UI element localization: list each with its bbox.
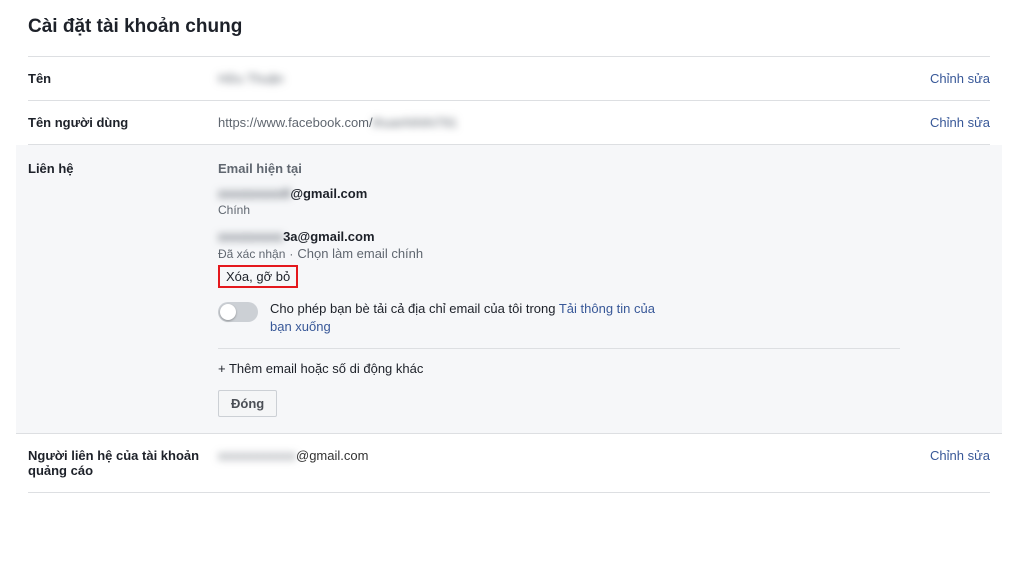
label-ad-contact: Người liên hệ của tài khoản quảng cáo (28, 448, 218, 478)
row-ad-contact: Người liên hệ của tài khoản quảng cáo xx… (28, 434, 990, 493)
row-username: Tên người dùng https://www.facebook.com/… (28, 101, 990, 145)
page-title: Cài đặt tài khoản chung (28, 16, 990, 56)
email-secondary: xxxxxxxxx3a@gmail.com Đã xác nhận·Chọn l… (218, 229, 900, 288)
edit-ad-contact-link[interactable]: Chỉnh sửa (930, 448, 990, 463)
label-name: Tên (28, 71, 218, 86)
make-primary-link[interactable]: Chọn làm email chính (297, 246, 423, 261)
value-ad-contact: xxxxxxxxxxxx@gmail.com (218, 448, 900, 463)
allow-download-toggle[interactable] (218, 302, 258, 322)
close-button[interactable]: Đóng (218, 390, 277, 417)
email-primary-sub: Chính (218, 203, 900, 217)
contact-heading: Email hiện tại (218, 161, 900, 176)
value-username: https://www.facebook.com/thuanhihihi791 (218, 115, 900, 130)
email-status: Đã xác nhận (218, 247, 285, 261)
label-username: Tên người dùng (28, 115, 218, 130)
toggle-text: Cho phép bạn bè tải cả địa chỉ email của… (270, 300, 670, 336)
edit-username-link[interactable]: Chỉnh sửa (930, 115, 990, 130)
row-contact: Liên hệ Email hiện tại xxxxxxxxx9@gmail.… (16, 145, 1002, 434)
remove-email-link[interactable]: Xóa, gỡ bỏ (218, 265, 298, 288)
email-primary: xxxxxxxxx9@gmail.com Chính (218, 186, 900, 217)
row-name: Tên Hữu Thuận Chỉnh sửa (28, 57, 990, 101)
edit-name-link[interactable]: Chỉnh sửa (930, 71, 990, 86)
value-name: Hữu Thuận (218, 71, 900, 86)
add-email-link[interactable]: + Thêm email hoặc số di động khác (218, 361, 900, 376)
label-contact: Liên hệ (28, 161, 218, 176)
